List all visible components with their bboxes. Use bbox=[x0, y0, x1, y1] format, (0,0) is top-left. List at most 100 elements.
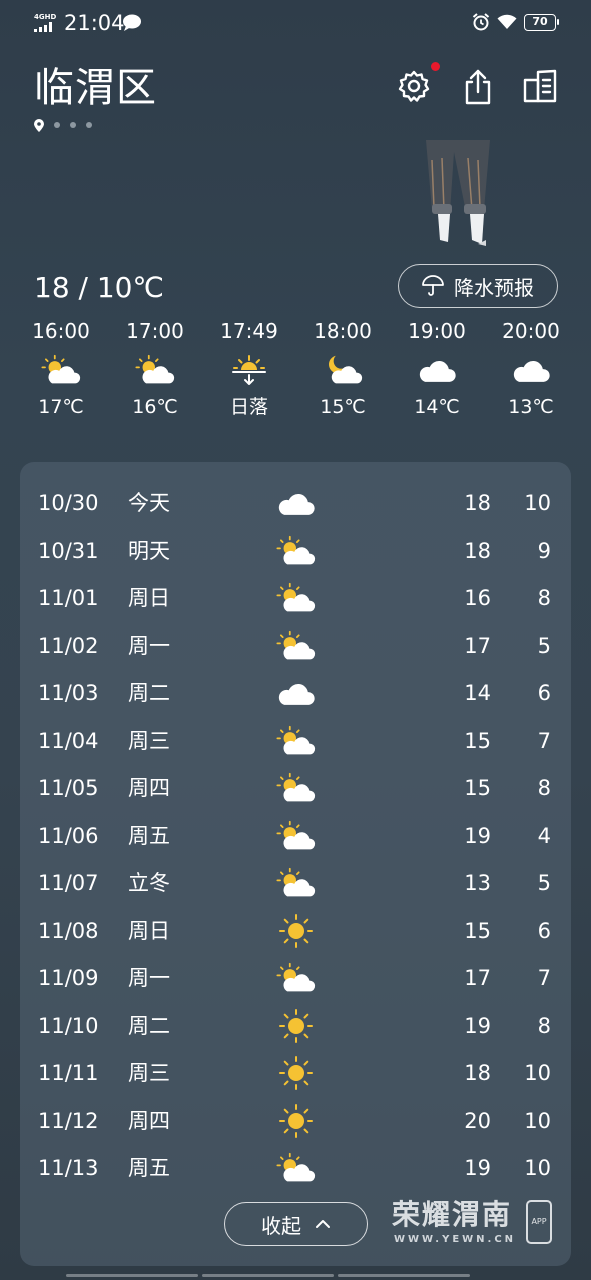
daily-forecast-row[interactable]: 11/13 周五 19 10 bbox=[20, 1148, 571, 1188]
forecast-day-name: 周四 bbox=[128, 1108, 170, 1133]
hourly-item: 16:00 17℃ bbox=[14, 318, 108, 420]
forecast-day-name: 周一 bbox=[128, 966, 170, 990]
daily-forecast-row[interactable]: 11/11 周三 18 10 bbox=[20, 1053, 571, 1093]
forecast-date: 11/08 bbox=[38, 918, 99, 943]
forecast-day-name: 周一 bbox=[128, 633, 170, 658]
forecast-day-name: 周三 bbox=[128, 1061, 170, 1085]
daily-forecast-row[interactable]: 11/02 周一 17 5 bbox=[20, 626, 571, 666]
daily-forecast-row[interactable]: 11/07 立冬 13 5 bbox=[20, 863, 571, 903]
indicator-segment bbox=[66, 1274, 198, 1277]
sunset-icon bbox=[202, 350, 296, 390]
forecast-high-temp: 19 bbox=[464, 1013, 491, 1038]
forecast-high-temp: 17 bbox=[464, 633, 491, 658]
forecast-low-temp: 7 bbox=[537, 728, 551, 753]
forecast-low-temp: 10 bbox=[524, 1061, 551, 1085]
partly-cloudy-icon bbox=[14, 350, 108, 390]
forecast-day-name: 周四 bbox=[128, 776, 170, 800]
hour-time: 20:00 bbox=[502, 319, 560, 343]
cloudy-icon bbox=[274, 673, 318, 713]
forecast-low-temp: 5 bbox=[537, 633, 551, 658]
bottom-indicator bbox=[66, 1274, 470, 1278]
forecast-low-temp: 6 bbox=[537, 681, 551, 705]
forecast-high-temp: 16 bbox=[464, 586, 491, 610]
collapse-label: 收起 bbox=[261, 1213, 301, 1238]
signal-icon: 4GHD bbox=[34, 13, 58, 32]
forecast-high-temp: 15 bbox=[464, 728, 491, 753]
hour-temp: 15℃ bbox=[320, 396, 366, 418]
city-list-icon bbox=[523, 69, 557, 103]
forecast-low-temp: 8 bbox=[537, 776, 551, 800]
location-icon bbox=[34, 118, 44, 132]
precipitation-forecast-label: 降水预报 bbox=[454, 275, 534, 300]
forecast-day-name: 周五 bbox=[128, 823, 170, 848]
forecast-high-temp: 15 bbox=[464, 776, 491, 800]
daily-forecast-row[interactable]: 11/12 周四 20 10 bbox=[20, 1101, 571, 1141]
status-bar: 4GHD 21:04 70 bbox=[0, 0, 591, 46]
alarm-icon bbox=[472, 13, 490, 31]
watermark-title: 荣耀渭南 bbox=[392, 1198, 513, 1231]
daily-forecast-row[interactable]: 11/10 周二 19 8 bbox=[20, 1006, 571, 1046]
watermark-url: WWW.YEWN.CN bbox=[394, 1234, 517, 1245]
wifi-icon bbox=[497, 14, 517, 29]
cloudy-icon bbox=[390, 350, 484, 390]
location-pager[interactable] bbox=[34, 118, 92, 132]
forecast-date: 11/05 bbox=[38, 776, 99, 800]
daily-forecast-row[interactable]: 11/08 周日 15 6 bbox=[20, 911, 571, 951]
forecast-date: 10/30 bbox=[38, 491, 99, 515]
forecast-low-temp: 9 bbox=[537, 538, 551, 563]
forecast-low-temp: 10 bbox=[524, 1108, 551, 1133]
hourly-item: 19:00 14℃ bbox=[390, 318, 484, 420]
hour-time: 17:49 bbox=[220, 319, 278, 343]
network-type: 4GHD bbox=[34, 13, 57, 21]
forecast-high-temp: 19 bbox=[464, 823, 491, 848]
hourly-forecast[interactable]: 16:00 17℃ 17:00 16℃ 17:49 日落 18:00 15℃ 1… bbox=[14, 318, 577, 428]
partly-cloudy-icon bbox=[274, 531, 318, 571]
partly-cloudy-icon bbox=[274, 863, 318, 903]
watermark-app-badge: APP bbox=[526, 1200, 552, 1244]
sunny-icon bbox=[274, 1006, 318, 1046]
daily-forecast-row[interactable]: 10/31 明天 18 9 bbox=[20, 531, 571, 571]
share-button[interactable] bbox=[460, 68, 498, 108]
partly-cloudy-icon bbox=[274, 578, 318, 618]
precipitation-forecast-button[interactable]: 降水预报 bbox=[398, 264, 558, 308]
partly-cloudy-icon bbox=[108, 350, 202, 390]
collapse-button[interactable]: 收起 bbox=[224, 1202, 368, 1246]
forecast-day-name: 周日 bbox=[128, 586, 170, 610]
forecast-high-temp: 14 bbox=[464, 681, 491, 705]
partly-cloudy-icon bbox=[274, 768, 318, 808]
forecast-high-temp: 18 bbox=[464, 1061, 491, 1085]
status-time: 21:04 bbox=[64, 11, 125, 35]
battery-icon: 70 bbox=[524, 14, 559, 31]
chevron-up-icon bbox=[316, 1220, 330, 1228]
city-name: 临渭区 bbox=[34, 65, 157, 111]
page-dot bbox=[86, 122, 92, 128]
forecast-low-temp: 10 bbox=[524, 1156, 551, 1180]
forecast-date: 11/04 bbox=[38, 728, 99, 753]
daily-forecast-panel[interactable]: 10/30 今天 18 10 10/31 明天 18 9 11/01 周日 16 8 11/02 周一 17… bbox=[20, 462, 571, 1266]
partly-cloudy-icon bbox=[274, 816, 318, 856]
hour-temp: 13℃ bbox=[508, 396, 554, 418]
forecast-day-name: 周二 bbox=[128, 1013, 170, 1038]
daily-forecast-row[interactable]: 10/30 今天 18 10 bbox=[20, 483, 571, 523]
forecast-low-temp: 5 bbox=[537, 871, 551, 895]
daily-forecast-row[interactable]: 11/03 周二 14 6 bbox=[20, 673, 571, 713]
cloudy-icon bbox=[274, 483, 318, 523]
night-partly-cloudy-icon bbox=[296, 350, 390, 390]
settings-button[interactable] bbox=[396, 62, 440, 108]
hourly-item: 18:00 15℃ bbox=[296, 318, 390, 420]
city-list-button[interactable] bbox=[522, 68, 560, 108]
forecast-day-name: 立冬 bbox=[128, 871, 170, 895]
hour-time: 16:00 bbox=[32, 319, 90, 343]
daily-forecast-row[interactable]: 11/09 周一 17 7 bbox=[20, 958, 571, 998]
sunny-icon bbox=[274, 911, 318, 951]
hour-temp: 16℃ bbox=[132, 396, 178, 418]
page-dot bbox=[70, 122, 76, 128]
daily-forecast-row[interactable]: 11/01 周日 16 8 bbox=[20, 578, 571, 618]
daily-forecast-row[interactable]: 11/04 周三 15 7 bbox=[20, 721, 571, 761]
daily-forecast-row[interactable]: 11/06 周五 19 4 bbox=[20, 816, 571, 856]
forecast-date: 11/03 bbox=[38, 681, 99, 705]
daily-forecast-row[interactable]: 11/05 周四 15 8 bbox=[20, 768, 571, 808]
forecast-date: 11/07 bbox=[38, 871, 99, 895]
hour-time: 17:00 bbox=[126, 319, 184, 343]
umbrella-icon bbox=[422, 275, 444, 296]
